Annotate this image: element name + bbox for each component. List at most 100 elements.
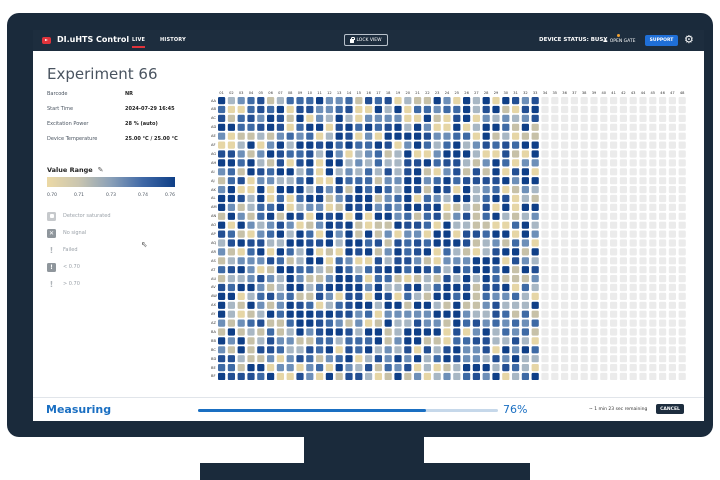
- well-cell[interactable]: [374, 159, 382, 167]
- well-cell[interactable]: [600, 292, 608, 300]
- well-cell[interactable]: [580, 212, 588, 220]
- well-cell[interactable]: [374, 266, 382, 274]
- well-cell[interactable]: [472, 310, 480, 318]
- well-cell[interactable]: [619, 292, 627, 300]
- well-cell[interactable]: [531, 194, 539, 203]
- well-cell[interactable]: [394, 337, 402, 345]
- well-cell[interactable]: [365, 105, 373, 114]
- well-cell[interactable]: [414, 97, 422, 105]
- well-cell[interactable]: [659, 97, 667, 105]
- well-cell[interactable]: [423, 275, 431, 283]
- well-cell[interactable]: [267, 203, 275, 211]
- well-cell[interactable]: [247, 283, 255, 292]
- well-cell[interactable]: [512, 230, 520, 238]
- well-cell[interactable]: [394, 221, 402, 229]
- well-cell[interactable]: [561, 372, 569, 380]
- well-cell[interactable]: [306, 239, 314, 247]
- well-cell[interactable]: [580, 328, 588, 336]
- well-cell[interactable]: [668, 328, 676, 336]
- well-cell[interactable]: [453, 97, 461, 105]
- well-cell[interactable]: [355, 97, 363, 105]
- well-cell[interactable]: [619, 212, 627, 220]
- well-cell[interactable]: [580, 150, 588, 158]
- well-cell[interactable]: [267, 328, 275, 336]
- well-cell[interactable]: [551, 97, 559, 105]
- well-cell[interactable]: [668, 266, 676, 274]
- well-cell[interactable]: [678, 292, 686, 300]
- well-cell[interactable]: [423, 114, 431, 122]
- well-cell[interactable]: [394, 105, 402, 114]
- well-cell[interactable]: [316, 230, 324, 238]
- well-cell[interactable]: [531, 337, 539, 345]
- well-cell[interactable]: [227, 257, 235, 265]
- well-cell[interactable]: [365, 310, 373, 318]
- well-cell[interactable]: [482, 177, 490, 185]
- well-cell[interactable]: [345, 194, 353, 203]
- well-cell[interactable]: [512, 221, 520, 229]
- well-cell[interactable]: [433, 186, 441, 194]
- well-cell[interactable]: [600, 372, 608, 380]
- support-button[interactable]: SUPPORT: [645, 35, 678, 46]
- well-cell[interactable]: [433, 150, 441, 158]
- well-cell[interactable]: [414, 123, 422, 131]
- well-cell[interactable]: [570, 248, 578, 256]
- well-cell[interactable]: [374, 194, 382, 203]
- well-cell[interactable]: [610, 114, 618, 122]
- well-cell[interactable]: [237, 132, 245, 140]
- well-cell[interactable]: [316, 123, 324, 131]
- well-cell[interactable]: [629, 132, 637, 140]
- well-cell[interactable]: [492, 177, 500, 185]
- well-cell[interactable]: [433, 266, 441, 274]
- well-cell[interactable]: [443, 337, 451, 345]
- well-cell[interactable]: [531, 346, 539, 354]
- well-cell[interactable]: [414, 141, 422, 149]
- well-cell[interactable]: [247, 132, 255, 140]
- well-cell[interactable]: [463, 123, 471, 131]
- well-cell[interactable]: [394, 364, 402, 372]
- well-cell[interactable]: [541, 319, 549, 327]
- well-cell[interactable]: [247, 328, 255, 336]
- well-cell[interactable]: [472, 355, 480, 363]
- well-cell[interactable]: [345, 150, 353, 158]
- well-cell[interactable]: [590, 355, 598, 363]
- well-cell[interactable]: [678, 364, 686, 372]
- well-cell[interactable]: [668, 186, 676, 194]
- well-cell[interactable]: [551, 212, 559, 220]
- well-cell[interactable]: [306, 105, 314, 114]
- well-cell[interactable]: [659, 328, 667, 336]
- well-cell[interactable]: [365, 221, 373, 229]
- well-cell[interactable]: [580, 266, 588, 274]
- well-cell[interactable]: [600, 114, 608, 122]
- well-cell[interactable]: [355, 212, 363, 220]
- well-cell[interactable]: [345, 257, 353, 265]
- well-cell[interactable]: [472, 150, 480, 158]
- well-cell[interactable]: [649, 275, 657, 283]
- well-cell[interactable]: [512, 337, 520, 345]
- well-cell[interactable]: [610, 239, 618, 247]
- well-cell[interactable]: [443, 319, 451, 327]
- well-cell[interactable]: [453, 319, 461, 327]
- well-cell[interactable]: [668, 257, 676, 265]
- well-cell[interactable]: [453, 355, 461, 363]
- well-cell[interactable]: [306, 346, 314, 354]
- well-cell[interactable]: [237, 275, 245, 283]
- well-cell[interactable]: [668, 159, 676, 167]
- well-cell[interactable]: [306, 150, 314, 158]
- well-cell[interactable]: [463, 257, 471, 265]
- well-cell[interactable]: [433, 337, 441, 345]
- well-cell[interactable]: [404, 266, 412, 274]
- well-cell[interactable]: [306, 221, 314, 229]
- well-cell[interactable]: [404, 364, 412, 372]
- well-cell[interactable]: [316, 337, 324, 345]
- well-cell[interactable]: [570, 283, 578, 292]
- well-cell[interactable]: [668, 372, 676, 380]
- well-cell[interactable]: [590, 168, 598, 176]
- well-cell[interactable]: [492, 194, 500, 203]
- well-cell[interactable]: [394, 141, 402, 149]
- well-cell[interactable]: [247, 319, 255, 327]
- well-cell[interactable]: [659, 346, 667, 354]
- well-cell[interactable]: [365, 212, 373, 220]
- well-cell[interactable]: [502, 346, 510, 354]
- well-cell[interactable]: [531, 186, 539, 194]
- well-cell[interactable]: [384, 372, 392, 380]
